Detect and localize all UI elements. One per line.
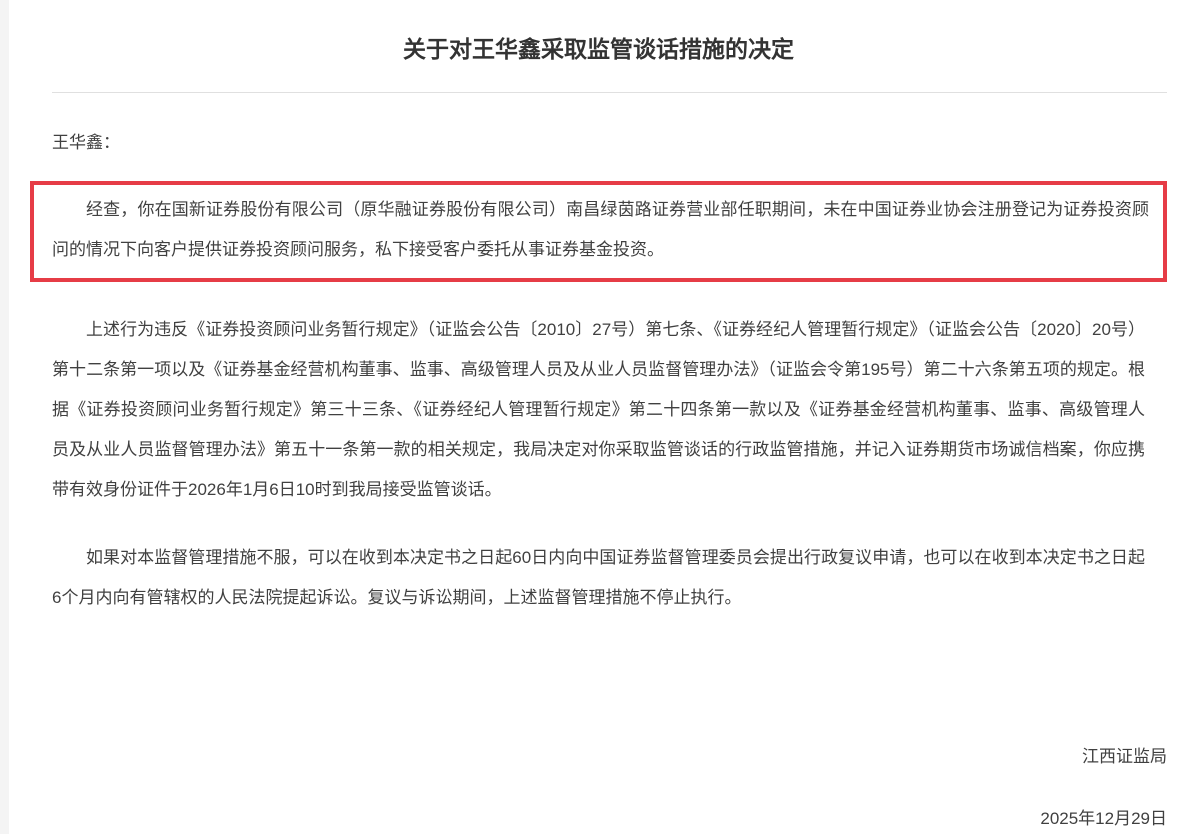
decision-document: 关于对王华鑫采取监管谈话措施的决定 王华鑫： 经查，你在国新证券股份有限公司（原… — [0, 0, 1197, 828]
issue-date: 2025年12月29日 — [1040, 809, 1167, 828]
issuing-authority: 江西证监局 — [1082, 747, 1167, 766]
title-divider — [52, 92, 1167, 93]
red-highlight-box: 经查，你在国新证券股份有限公司（原华融证券股份有限公司）南昌绿茵路证券营业部任职… — [30, 181, 1167, 282]
document-title: 关于对王华鑫采取监管谈话措施的决定 — [403, 36, 794, 62]
document-page: 关于对王华鑫采取监管谈话措施的决定 王华鑫： 经查，你在国新证券股份有限公司（原… — [0, 0, 1197, 834]
paragraph-appeal-rights: 如果对本监督管理措施不服，可以在收到本决定书之日起60日内向中国证券监督管理委员… — [52, 548, 1145, 607]
paragraph-findings: 经查，你在国新证券股份有限公司（原华融证券股份有限公司）南昌绿茵路证券营业部任职… — [52, 200, 1149, 259]
paragraph-legal-basis: 上述行为违反《证券投资顾问业务暂行规定》（证监会公告〔2010〕27号）第七条、… — [52, 320, 1145, 499]
salutation: 王华鑫： — [52, 133, 120, 152]
signature-block: 江西证监局 2025年12月29日 — [1040, 745, 1167, 831]
